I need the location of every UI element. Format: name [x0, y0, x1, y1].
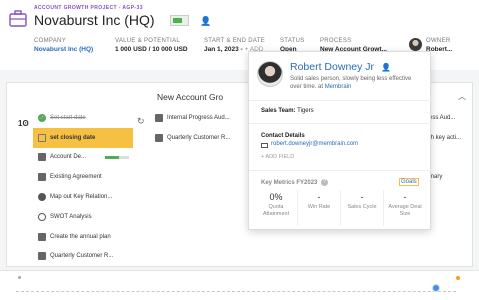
- avatar: [257, 61, 283, 87]
- help-icon[interactable]: ?: [321, 179, 328, 186]
- document-icon: [38, 232, 46, 241]
- stage-list-2: Internal Progress Aud... Quarterly Custo…: [152, 108, 252, 148]
- stage-list: ✓ Set start date set closing date Account…: [33, 108, 133, 266]
- kpi-win-rate: - Win Rate: [298, 190, 341, 226]
- document-icon: [38, 173, 46, 182]
- contact-details-heading: Contact Details: [261, 133, 305, 139]
- kpi-average-deal-size: - Average Deal Size: [388, 192, 422, 217]
- meta-company: COMPANY Novaburst Inc (HQ): [34, 38, 94, 53]
- timeline: [0, 270, 479, 300]
- user-settings-icon[interactable]: 👤: [200, 16, 211, 27]
- user-settings-icon[interactable]: 👤: [381, 63, 391, 72]
- timeline-line: [16, 291, 456, 292]
- list-item[interactable]: Account De...: [33, 148, 133, 168]
- list-item[interactable]: Map out Key Relation...: [33, 187, 133, 207]
- list-item[interactable]: [427, 148, 473, 168]
- add-field-button[interactable]: + ADD FIELD: [261, 154, 294, 160]
- company-link[interactable]: Novaburst Inc (HQ): [34, 46, 93, 53]
- briefcase-icon: [9, 10, 27, 27]
- email-link[interactable]: robert.downeyjr@membrain.com: [271, 141, 358, 147]
- kpi-row: 0% Quota Attainment - Win Rate - Sales Cycl…: [255, 190, 426, 226]
- chevron-up-icon[interactable]: ︿: [458, 91, 466, 102]
- list-item[interactable]: ✓ Set start date: [33, 108, 133, 128]
- divider: [249, 123, 432, 124]
- contact-bio: Solid sales person, slowly being less ef…: [290, 76, 412, 90]
- mail-icon: [261, 143, 268, 148]
- list-item[interactable]: mary: [427, 167, 473, 187]
- stage-list-3: ess Aud... th key acti... mary: [427, 108, 473, 187]
- check-icon: ✓: [38, 113, 46, 122]
- list-item[interactable]: Existing Agreement: [33, 167, 133, 187]
- document-icon: [38, 153, 46, 162]
- stage-number-icon: 1ʘ: [18, 119, 29, 128]
- progress-bar: [105, 155, 129, 159]
- company-link[interactable]: Membrain: [325, 84, 352, 90]
- document-icon: [38, 252, 46, 261]
- board-title: New Account Gro: [157, 92, 224, 102]
- list-item[interactable]: Internal Progress Aud...: [152, 108, 252, 128]
- meta-value: VALUE & POTENTIAL 1 000 USD / 10 000 USD: [115, 38, 188, 53]
- contact-popup: Robert Downey Jr 👤 Solid sales person, s…: [248, 51, 432, 230]
- goals-link[interactable]: Goals: [399, 178, 419, 186]
- list-item[interactable]: Quarterly Customer R...: [33, 247, 133, 267]
- document-icon: [155, 113, 163, 122]
- status-indicator-icon[interactable]: [170, 15, 189, 26]
- kpi-sales-cycle: - Sales Cycle: [341, 190, 384, 226]
- timeline-marker-end[interactable]: [456, 276, 460, 280]
- timeline-marker-start[interactable]: [18, 276, 21, 279]
- target-icon: [38, 212, 46, 221]
- checkbox-icon: [38, 133, 46, 142]
- person-icon: [38, 193, 46, 202]
- timeline-today-marker[interactable]: [432, 284, 440, 292]
- list-item[interactable]: Create the annual plan: [33, 227, 133, 247]
- divider: [249, 170, 432, 171]
- sync-icon[interactable]: ↻: [137, 116, 145, 127]
- list-item[interactable]: set closing date: [33, 127, 133, 148]
- list-item[interactable]: SWOT Analysis: [33, 207, 133, 227]
- avatar[interactable]: [409, 38, 422, 51]
- page-title: Novaburst Inc (HQ): [34, 12, 155, 28]
- list-item[interactable]: th key acti...: [427, 128, 473, 148]
- kpi-heading: Key Metrics FY2023: [261, 180, 318, 186]
- sales-team: Sales Team: Tigers: [261, 108, 314, 114]
- document-icon: [155, 133, 163, 142]
- divider: [249, 100, 432, 101]
- contact-name-link[interactable]: Robert Downey Jr: [290, 61, 374, 73]
- project-type-label: ACCOUNT GROWTH PROJECT - AGP-33: [34, 5, 143, 11]
- list-item[interactable]: ess Aud...: [427, 108, 473, 128]
- kpi-quota-attainment: 0% Quota Attainment: [255, 190, 298, 226]
- list-item[interactable]: Quarterly Customer R...: [152, 128, 252, 148]
